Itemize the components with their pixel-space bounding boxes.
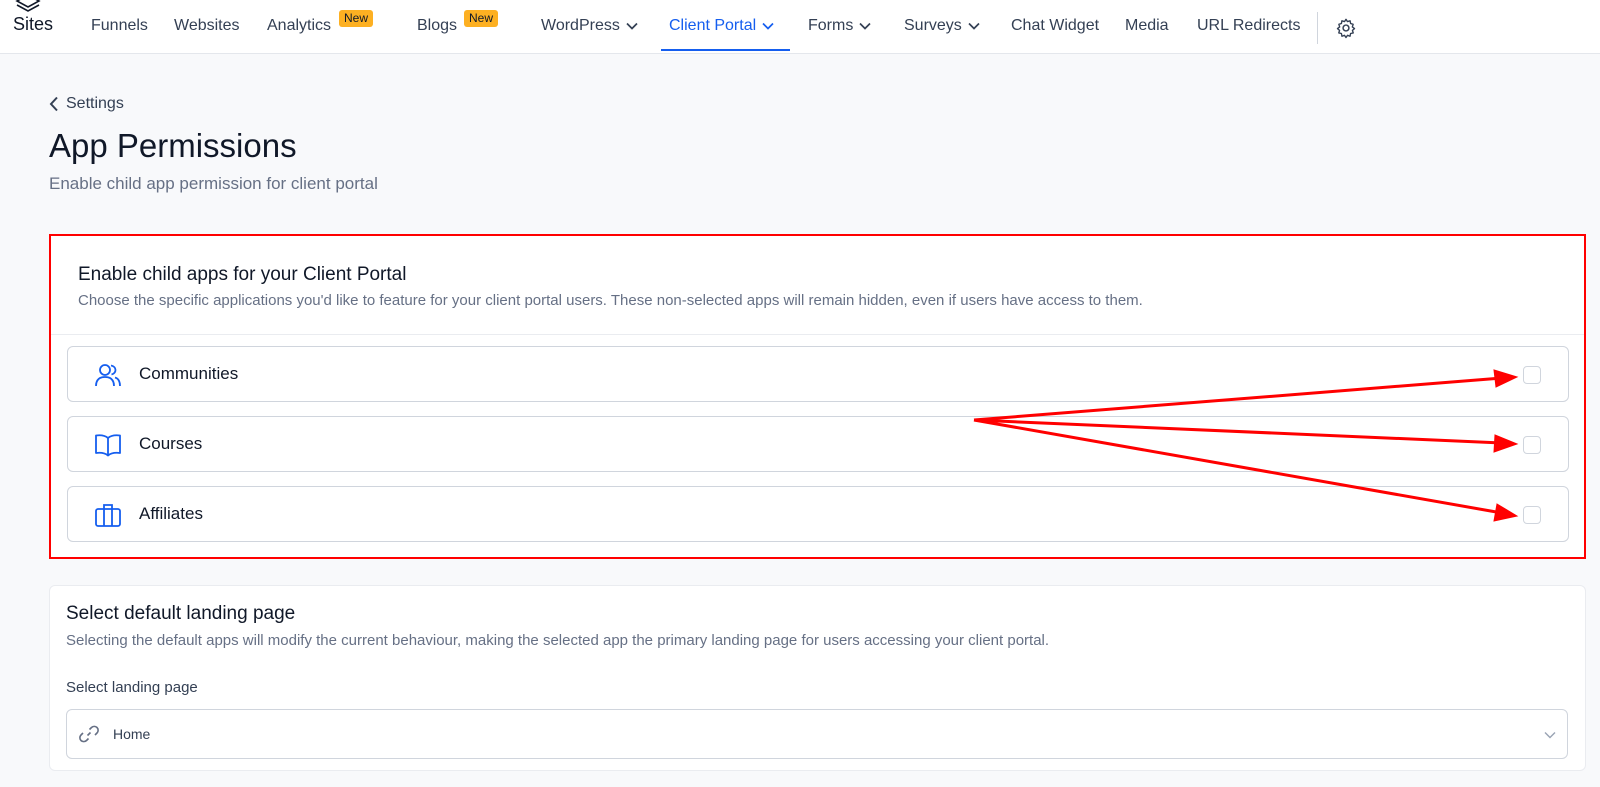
- chevron-down-icon: [626, 22, 638, 30]
- nav-client-portal-label: Client Portal: [669, 17, 757, 34]
- landing-selected-value: Home: [113, 726, 151, 742]
- app-row-communities[interactable]: Communities: [67, 346, 1569, 402]
- child-apps-card-header: Enable child apps for your Client Portal…: [51, 236, 1584, 335]
- affiliates-checkbox[interactable]: [1523, 506, 1541, 524]
- landing-page-card: Select default landing page Selecting th…: [49, 585, 1586, 771]
- app-row-affiliates[interactable]: Affiliates: [67, 486, 1569, 542]
- nav-media[interactable]: Media: [1125, 16, 1169, 38]
- back-to-settings-link[interactable]: Settings: [49, 95, 124, 113]
- chevron-down-icon: [762, 22, 774, 30]
- nav-blogs[interactable]: Blogs: [417, 16, 457, 38]
- nav-forms-label: Forms: [808, 17, 854, 34]
- page-title: App Permissions: [49, 127, 297, 164]
- chevron-left-icon: [49, 96, 58, 112]
- landing-title: Select default landing page: [66, 603, 296, 624]
- nav-url-redirects[interactable]: URL Redirects: [1197, 16, 1300, 38]
- back-label: Settings: [66, 95, 124, 112]
- blogs-new-badge: New: [464, 10, 499, 27]
- brand-name: Sites: [13, 14, 54, 34]
- landing-page-select[interactable]: Home: [66, 709, 1568, 759]
- nav-surveys[interactable]: Surveys: [904, 16, 980, 38]
- child-apps-card: Enable child apps for your Client Portal…: [49, 234, 1586, 559]
- chevron-down-icon: [968, 22, 980, 30]
- nav-client-portal[interactable]: Client Portal: [669, 16, 774, 38]
- nav-surveys-label: Surveys: [904, 17, 962, 34]
- nav-forms[interactable]: Forms: [808, 16, 871, 38]
- courses-checkbox[interactable]: [1523, 436, 1541, 454]
- layers-icon: [15, 0, 41, 12]
- link-icon: [79, 725, 99, 743]
- briefcase-icon: [95, 504, 121, 527]
- child-apps-title: Enable child apps for your Client Portal: [78, 264, 407, 285]
- top-navigation: Sites Funnels Websites Analytics New Blo…: [0, 0, 1600, 54]
- analytics-new-badge: New: [339, 10, 374, 27]
- nav-websites[interactable]: Websites: [174, 16, 240, 38]
- app-label-communities: Communities: [139, 364, 239, 383]
- book-open-icon: [95, 434, 121, 457]
- brand[interactable]: Sites: [13, 0, 61, 40]
- chevron-down-icon: [1544, 732, 1556, 739]
- nav-chat-widget[interactable]: Chat Widget: [1011, 16, 1099, 38]
- app-label-courses: Courses: [139, 434, 203, 453]
- nav-funnels[interactable]: Funnels: [91, 16, 148, 38]
- active-tab-indicator: [661, 49, 790, 51]
- landing-field-label: Select landing page: [66, 679, 198, 696]
- gear-icon[interactable]: [1335, 17, 1357, 39]
- child-apps-description: Choose the specific applications you'd l…: [78, 292, 1143, 309]
- page-subtitle: Enable child app permission for client p…: [49, 174, 378, 193]
- nav-divider: [1317, 12, 1318, 44]
- app-label-affiliates: Affiliates: [139, 504, 203, 523]
- users-icon: [95, 364, 121, 387]
- chevron-down-icon: [859, 22, 871, 30]
- nav-wordpress[interactable]: WordPress: [541, 16, 638, 38]
- nav-analytics[interactable]: Analytics: [267, 16, 331, 38]
- communities-checkbox[interactable]: [1523, 366, 1541, 384]
- landing-description: Selecting the default apps will modify t…: [66, 632, 1050, 649]
- nav-wordpress-label: WordPress: [541, 17, 620, 34]
- app-row-courses[interactable]: Courses: [67, 416, 1569, 472]
